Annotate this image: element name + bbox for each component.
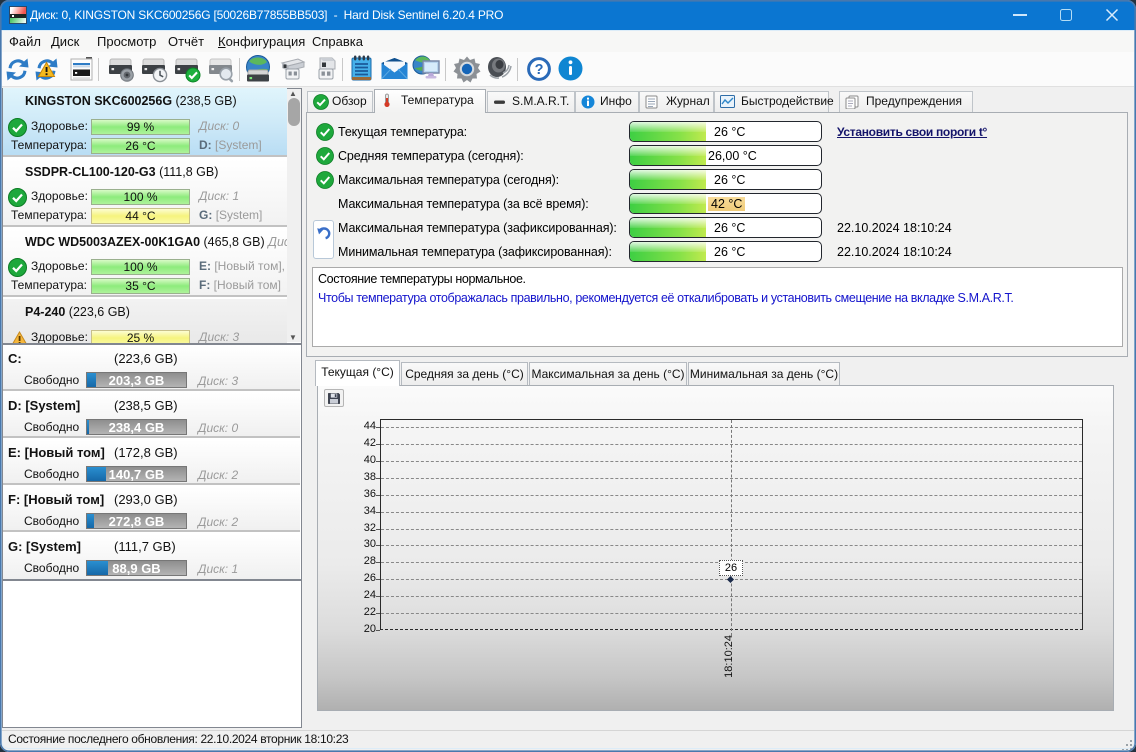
svg-text:?: ?	[535, 62, 544, 78]
